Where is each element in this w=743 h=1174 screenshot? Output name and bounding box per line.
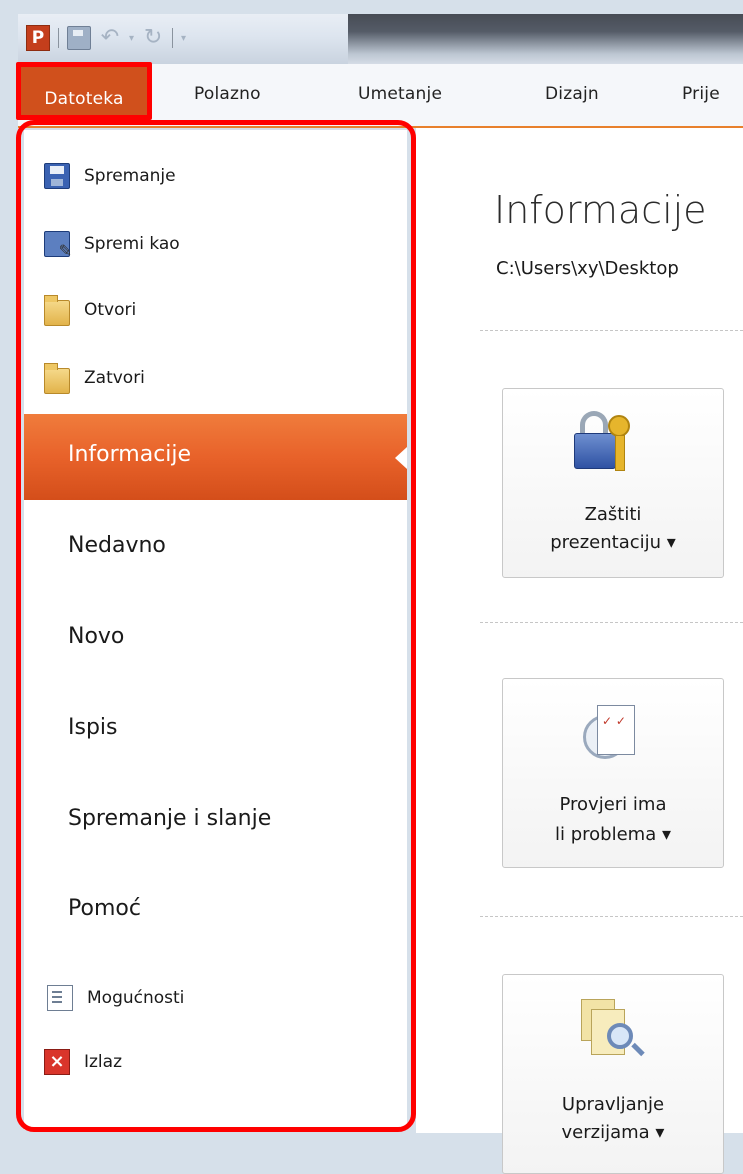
redo-icon[interactable]: ↻ [142, 27, 164, 49]
quick-access-toolbar: P ↶ ▾ ↻ ▾ [26, 24, 186, 52]
title-bar: P ↶ ▾ ↻ ▾ [18, 14, 743, 64]
section-divider [480, 622, 743, 623]
button-label-line2: verzijama ▾ [561, 1122, 665, 1143]
tab-prijelazi[interactable]: Prije [682, 84, 720, 104]
button-label-line2: prezentaciju ▾ [550, 532, 676, 553]
file-tab-highlight [16, 62, 152, 120]
toolbar-separator [172, 28, 174, 48]
file-path: C:\Users\xy\Desktop [496, 258, 679, 279]
customize-icon[interactable]: ▾ [181, 33, 186, 44]
check-document-icon [583, 705, 639, 767]
check-issues-button[interactable]: Provjeri ima li problema ▾ [502, 678, 724, 868]
button-label-line1: Provjeri ima [559, 794, 667, 815]
button-label-line1: Upravljanje [561, 1094, 665, 1115]
manage-versions-button[interactable]: Upravljanje verzijama ▾ [502, 974, 724, 1174]
section-divider [480, 330, 743, 331]
page-title: Informacije [494, 188, 707, 232]
tab-dizajn[interactable]: Dizajn [545, 84, 599, 104]
tab-polazno[interactable]: Polazno [194, 84, 261, 104]
button-label-line1: Zaštiti [584, 504, 642, 525]
backstage-nav-highlight [16, 120, 416, 1132]
save-icon[interactable] [67, 26, 91, 50]
lock-key-icon [574, 411, 630, 471]
protect-presentation-button[interactable]: Zaštiti prezentaciju ▾ [502, 388, 724, 578]
button-label-line2: li problema ▾ [555, 824, 671, 845]
undo-dropdown-icon[interactable]: ▾ [129, 33, 134, 44]
versions-icon [581, 999, 641, 1065]
title-bar-background [348, 14, 743, 64]
undo-icon[interactable]: ↶ [99, 27, 121, 49]
toolbar-separator [58, 28, 59, 48]
powerpoint-icon[interactable]: P [26, 25, 50, 51]
section-divider [480, 916, 743, 917]
tab-umetanje[interactable]: Umetanje [358, 84, 442, 104]
